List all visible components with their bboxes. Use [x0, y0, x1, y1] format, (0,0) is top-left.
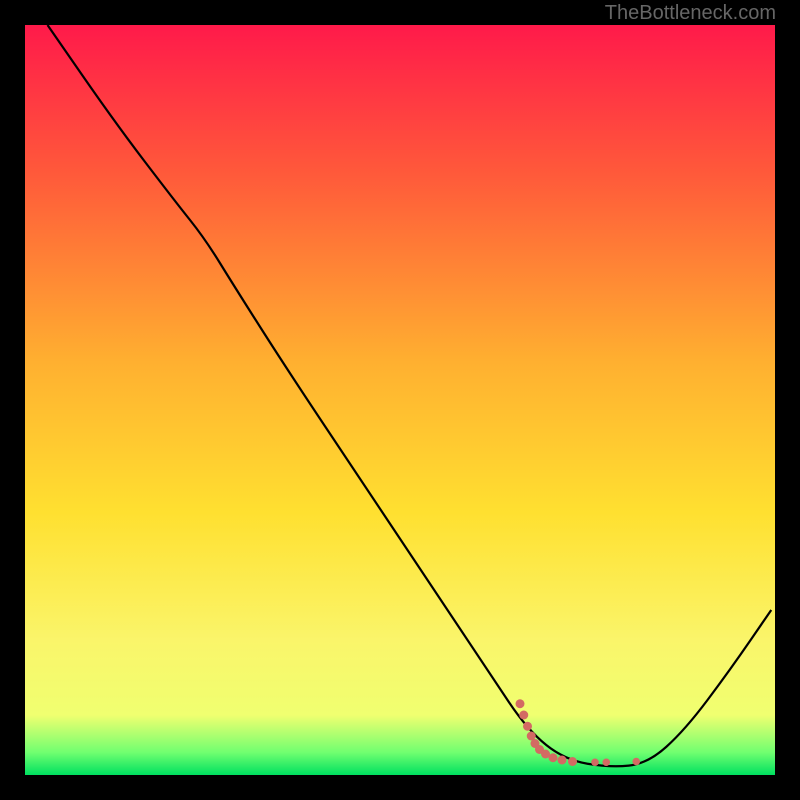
watermark-text: TheBottleneck.com: [605, 2, 776, 25]
marker-dot: [602, 758, 610, 766]
chart-background: [25, 25, 775, 775]
marker-dot: [549, 753, 558, 762]
chart-canvas: [25, 25, 775, 775]
marker-dot: [516, 699, 525, 708]
marker-dot: [568, 757, 577, 766]
marker-dot: [558, 756, 567, 765]
marker-dot: [519, 711, 528, 720]
marker-dot: [632, 758, 640, 766]
marker-dot: [523, 722, 532, 731]
marker-dot: [591, 758, 599, 766]
